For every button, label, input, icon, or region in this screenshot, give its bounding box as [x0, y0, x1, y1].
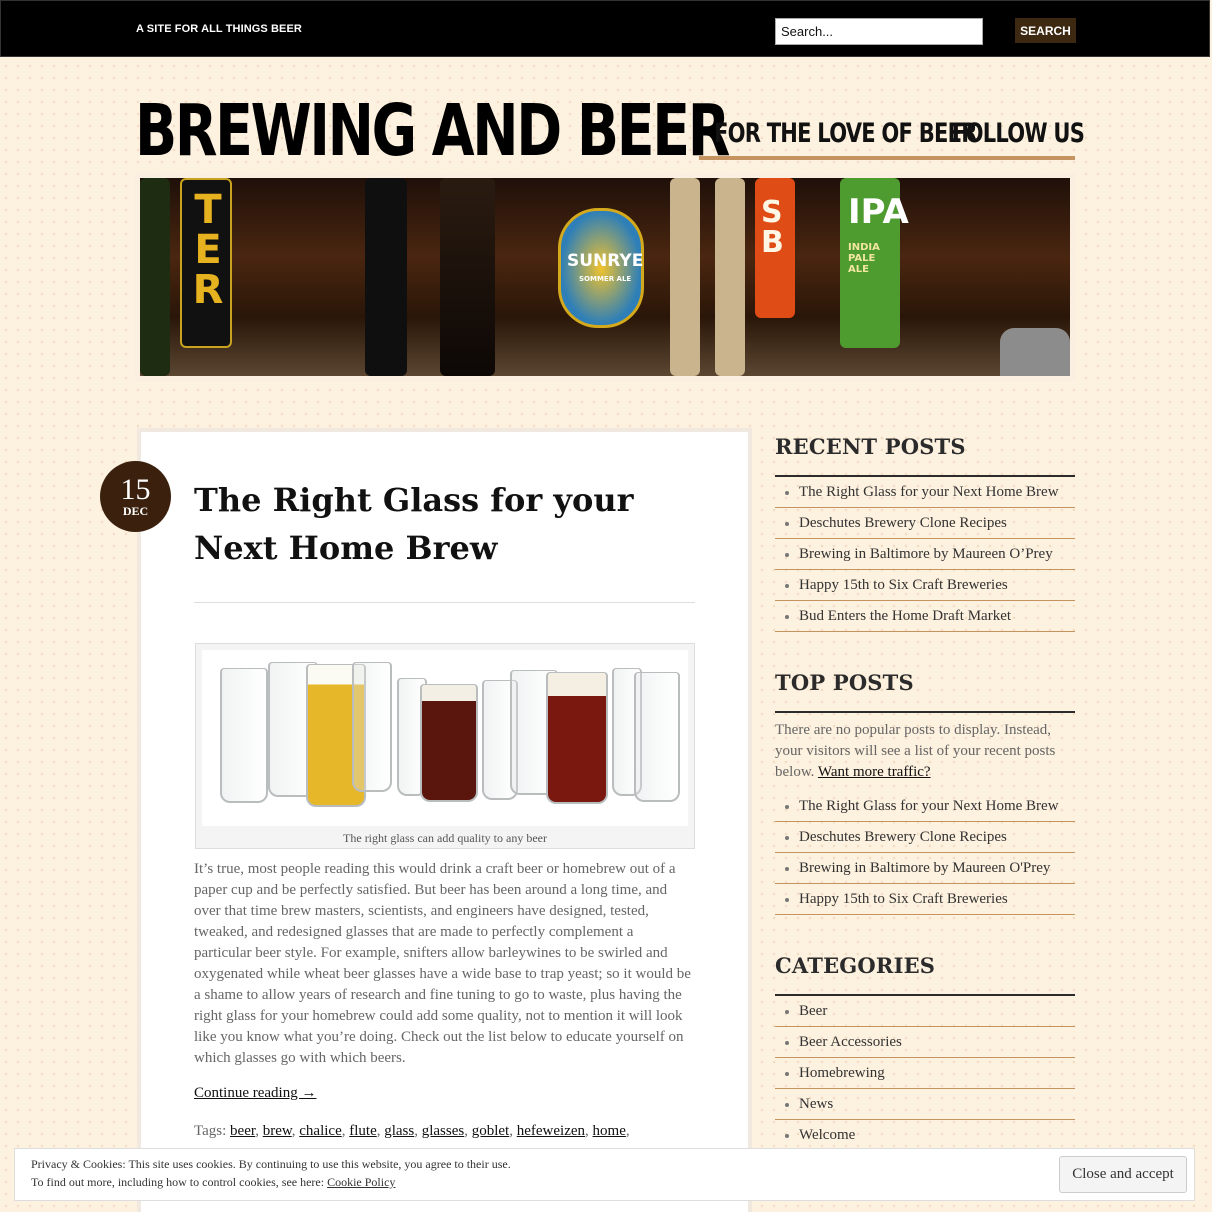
tap-handle: IPA INDIA PALE ALE [840, 178, 909, 348]
category-item[interactable]: Welcome [775, 1120, 1075, 1151]
tap-handle [715, 178, 745, 376]
nav-item-love-of-beer[interactable]: FOR THE LOVE OF BEER [714, 118, 977, 149]
want-more-traffic-link[interactable]: Want more traffic? [818, 764, 931, 780]
tag-link[interactable]: glasses [422, 1123, 465, 1139]
widget-divider [775, 711, 1075, 713]
tap-handle [140, 178, 170, 376]
site-tagline: A SITE FOR ALL THINGS BEER [136, 23, 302, 35]
recent-post-item[interactable]: Brewing in Baltimore by Maureen O’Prey [775, 539, 1075, 570]
tag-link[interactable]: flute [349, 1123, 377, 1139]
category-item[interactable]: Beer Accessories [775, 1027, 1075, 1058]
tap-handle: TER [180, 178, 232, 348]
category-item[interactable]: Homebrewing [775, 1058, 1075, 1089]
top-posts-list: The Right Glass for your Next Home Brew … [775, 791, 1075, 915]
tap-handle [365, 178, 407, 376]
post-figure: The right glass can add quality to any b… [195, 643, 695, 849]
tag-link[interactable]: brew [263, 1123, 292, 1139]
glass-shape [352, 662, 392, 792]
tap-handle: SUNRYE SOMMER ALE [558, 208, 644, 328]
recent-posts-list: The Right Glass for your Next Home Brew … [775, 477, 1075, 632]
category-item[interactable]: Beer [775, 996, 1075, 1027]
recent-posts-title: RECENT POSTS [775, 434, 966, 459]
category-item[interactable]: News [775, 1089, 1075, 1120]
categories-title: CATEGORIES [775, 953, 936, 978]
tag-link[interactable]: chalice [299, 1123, 341, 1139]
glass-shape [546, 672, 608, 804]
glass-shape [634, 672, 680, 802]
top-post-item[interactable]: Happy 15th to Six Craft Breweries [775, 884, 1075, 915]
tag-link[interactable]: hefeweizen [517, 1123, 585, 1139]
tap-handle [440, 178, 495, 376]
post-tags: Tags: beer, brew, chalice, flute, glass,… [194, 1123, 630, 1139]
top-posts-description: There are no popular posts to display. I… [775, 720, 1075, 783]
glass-shape [420, 684, 478, 802]
post-divider [194, 602, 695, 603]
cookie-text-line-1: Privacy & Cookies: This site uses cookie… [31, 1157, 511, 1171]
recent-post-item[interactable]: Deschutes Brewery Clone Recipes [775, 508, 1075, 539]
search-button[interactable]: SEARCH [1015, 18, 1076, 43]
post-body: It’s true, most people reading this woul… [194, 861, 691, 1066]
site-title[interactable]: BREWING AND BEER [135, 94, 730, 168]
post-date-month: DEC [122, 504, 149, 518]
recent-post-item[interactable]: The Right Glass for your Next Home Brew [775, 477, 1075, 508]
cookie-text: To find out more, including how to contr… [31, 1175, 325, 1189]
tap-label: SOMMER ALE [579, 275, 632, 283]
cookie-banner: Privacy & Cookies: This site uses cookie… [14, 1148, 1195, 1201]
top-bar: A SITE FOR ALL THINGS BEER SEARCH [0, 0, 1210, 57]
cookie-policy-link[interactable]: Cookie Policy [327, 1175, 395, 1189]
tag-link[interactable]: beer [230, 1123, 255, 1139]
tap-label: SB [761, 195, 784, 260]
tap-faucet [1000, 328, 1070, 376]
tap-label: IPA [848, 192, 909, 232]
top-posts-title: TOP POSTS [775, 670, 914, 695]
post-date-badge: 15 DEC [100, 461, 171, 532]
post-title[interactable]: The Right Glass for your Next Home Brew [194, 476, 704, 572]
tag-link[interactable]: glass [384, 1123, 414, 1139]
main-nav: FOR THE LOVE OF BEER FOLLOW US [699, 112, 1085, 160]
top-post-item[interactable]: The Right Glass for your Next Home Brew [775, 791, 1075, 822]
beer-taps-image: TER SUNRYE SOMMER ALE SB IPA INDIA PALE … [140, 178, 1070, 376]
tap-label: SUNRYE [567, 251, 644, 271]
recent-post-item[interactable]: Bud Enters the Home Draft Market [775, 601, 1075, 632]
glass-shape [220, 668, 268, 803]
figure-caption: The right glass can add quality to any b… [343, 831, 547, 845]
beer-glasses-image[interactable] [202, 650, 688, 826]
tap-label: TER [192, 187, 224, 313]
tags-label: Tags: [194, 1123, 227, 1139]
recent-post-item[interactable]: Happy 15th to Six Craft Breweries [775, 570, 1075, 601]
tap-label: INDIA PALE ALE [848, 242, 880, 275]
search-input[interactable] [775, 18, 983, 45]
categories-list: Beer Beer Accessories Homebrewing News W… [775, 996, 1075, 1151]
tap-handle [670, 178, 700, 376]
nav-item-follow-us[interactable]: FOLLOW US [952, 118, 1085, 149]
post-date-day: 15 [120, 473, 151, 506]
tag-link[interactable]: goblet [472, 1123, 510, 1139]
header-banner: TER SUNRYE SOMMER ALE SB IPA INDIA PALE … [135, 173, 1075, 381]
top-post-item[interactable]: Deschutes Brewery Clone Recipes [775, 822, 1075, 853]
tap-handle: SB [755, 178, 795, 318]
continue-reading-link[interactable]: Continue reading → [194, 1085, 316, 1102]
top-post-item[interactable]: Brewing in Baltimore by Maureen O'Prey [775, 853, 1075, 884]
tag-link[interactable]: home [593, 1123, 626, 1139]
cookie-text-line-2: To find out more, including how to contr… [31, 1175, 395, 1190]
close-and-accept-button[interactable]: Close and accept [1059, 1156, 1187, 1193]
